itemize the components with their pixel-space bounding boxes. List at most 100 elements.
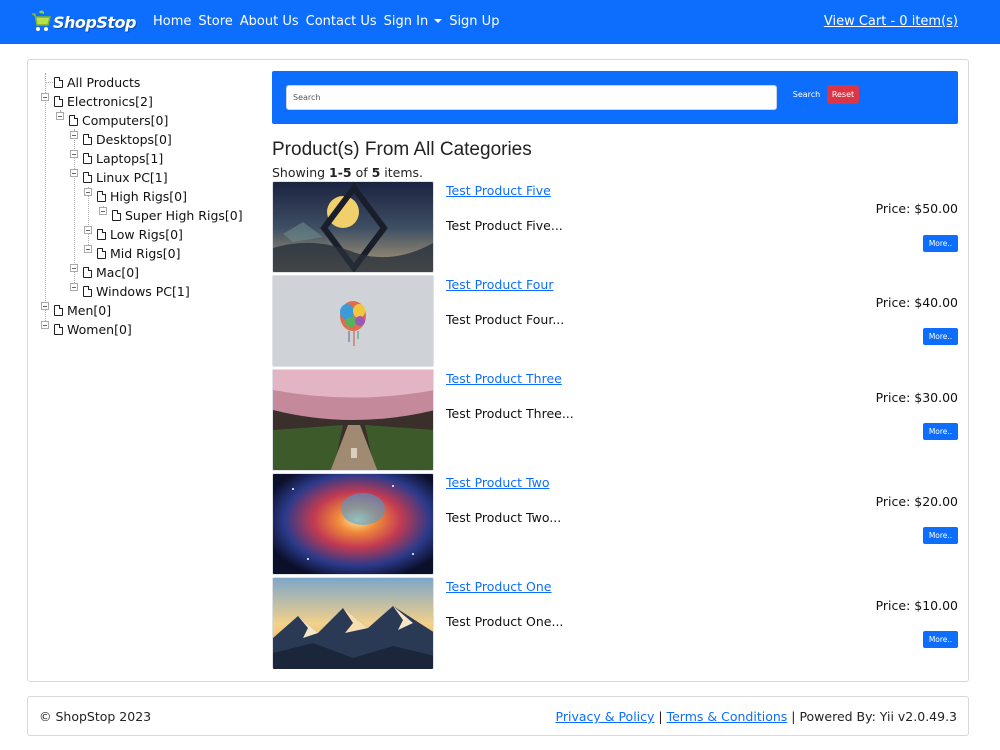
search-panel: Search Reset [272, 71, 958, 124]
tree-item-computers[interactable]: Computers[0] [69, 111, 168, 129]
product-description: Test Product Five... [446, 218, 563, 233]
file-icon [83, 152, 92, 164]
file-icon [112, 209, 121, 221]
collapse-icon[interactable] [70, 150, 78, 158]
product-title-link[interactable]: Test Product Five [446, 183, 551, 198]
category-tree: All Products Electronics[2] Computers[0]… [40, 73, 265, 343]
view-cart-link[interactable]: View Cart - 0 item(s) [824, 14, 958, 29]
collapse-icon[interactable] [70, 169, 78, 177]
product-description: Test Product Two... [446, 510, 562, 525]
tree-item-label: All Products [67, 74, 141, 90]
reset-button[interactable]: Reset [827, 85, 859, 104]
file-icon [54, 95, 63, 107]
nav-store[interactable]: Store [198, 14, 232, 29]
file-icon [97, 228, 106, 240]
tree-item-linux-pc[interactable]: Linux PC[1] [83, 168, 168, 186]
product-title-link[interactable]: Test Product Four [446, 277, 553, 292]
product-title-link[interactable]: Test Product Three [446, 371, 562, 386]
product-row: Test Product Five Price: $50.00 Test Pro… [272, 181, 958, 273]
collapse-icon[interactable] [41, 321, 49, 329]
product-image[interactable] [272, 181, 434, 273]
product-title-link[interactable]: Test Product Two [446, 475, 549, 490]
summary-suffix: items. [380, 165, 424, 180]
product-row: Test Product Four Price: $40.00 Test Pro… [272, 275, 958, 367]
tree-item-label: High Rigs[0] [110, 188, 188, 204]
product-row: Test Product One Price: $10.00 Test Prod… [272, 577, 958, 669]
product-price: Price: $20.00 [875, 494, 958, 509]
more-button[interactable]: More.. [923, 631, 958, 648]
file-icon [54, 323, 63, 335]
collapse-icon[interactable] [70, 283, 78, 291]
file-icon [54, 76, 63, 88]
search-input[interactable] [286, 85, 777, 110]
nav-home[interactable]: Home [153, 14, 191, 29]
file-icon [83, 171, 92, 183]
privacy-policy-link[interactable]: Privacy & Policy [556, 709, 655, 724]
tree-item-laptops[interactable]: Laptops[1] [83, 149, 163, 167]
file-icon [83, 133, 92, 145]
tree-item-label: Men[0] [67, 302, 112, 318]
tree-item-label: Laptops[1] [96, 150, 164, 166]
product-image[interactable] [272, 275, 434, 367]
product-description: Test Product Three... [446, 406, 574, 421]
summary-prefix: Showing [272, 165, 330, 180]
collapse-icon[interactable] [84, 188, 92, 196]
tree-item-super-high-rigs[interactable]: Super High Rigs[0] [112, 206, 243, 224]
footer-separator: | [654, 709, 667, 724]
search-button[interactable]: Search [786, 85, 827, 104]
tree-item-label: Low Rigs[0] [110, 226, 183, 242]
brand[interactable]: ShopStop [28, 5, 136, 39]
product-row: Test Product Two Price: $20.00 Test Prod… [272, 473, 958, 575]
tree-item-high-rigs[interactable]: High Rigs[0] [97, 187, 187, 205]
product-image[interactable] [272, 473, 434, 575]
collapse-icon[interactable] [84, 226, 92, 234]
caret-down-icon [434, 19, 443, 23]
collapse-icon[interactable] [41, 93, 49, 101]
tree-item-all-products[interactable]: All Products [54, 73, 140, 91]
file-icon [97, 247, 106, 259]
file-icon [54, 304, 63, 316]
product-image[interactable] [272, 577, 434, 669]
nav-sign-up[interactable]: Sign Up [449, 14, 499, 29]
nav-about-us[interactable]: About Us [240, 14, 299, 29]
nav-sign-in-dropdown[interactable]: Sign In [384, 14, 443, 29]
tree-item-desktops[interactable]: Desktops[0] [83, 130, 172, 148]
more-button[interactable]: More.. [923, 328, 958, 345]
more-button[interactable]: More.. [923, 423, 958, 440]
tree-connector [88, 187, 89, 249]
brand-name: ShopStop [53, 12, 136, 32]
collapse-icon[interactable] [70, 264, 78, 272]
more-button[interactable]: More.. [923, 527, 958, 544]
collapse-icon[interactable] [70, 131, 78, 139]
terms-conditions-link[interactable]: Terms & Conditions [667, 709, 788, 724]
shopping-cart-logo-icon [28, 10, 52, 34]
nav-contact-us[interactable]: Contact Us [306, 14, 377, 29]
more-button[interactable]: More.. [923, 235, 958, 252]
tree-item-label: Electronics[2] [67, 93, 153, 109]
powered-by-text: | Powered By: Yii v2.0.49.3 [787, 709, 957, 724]
tree-item-mac[interactable]: Mac[0] [83, 263, 139, 281]
tree-item-electronics[interactable]: Electronics[2] [54, 92, 153, 110]
product-price: Price: $50.00 [875, 201, 958, 216]
tree-connector [45, 82, 53, 83]
copyright-text: © ShopStop 2023 [39, 709, 152, 724]
collapse-icon[interactable] [56, 112, 64, 120]
tree-item-label: Linux PC[1] [96, 169, 168, 185]
collapse-icon[interactable] [84, 245, 92, 253]
product-title-link[interactable]: Test Product One [446, 579, 551, 594]
tree-item-women[interactable]: Women[0] [54, 320, 132, 338]
tree-item-mid-rigs[interactable]: Mid Rigs[0] [97, 244, 180, 262]
footer-links: Privacy & Policy | Terms & Conditions | … [556, 709, 957, 724]
product-description: Test Product Four... [446, 312, 565, 327]
tree-item-windows-pc[interactable]: Windows PC[1] [83, 282, 190, 300]
collapse-icon[interactable] [41, 302, 49, 310]
tree-item-men[interactable]: Men[0] [54, 301, 111, 319]
summary-of: of [351, 165, 372, 180]
tree-item-label: Mac[0] [96, 264, 140, 280]
file-icon [97, 190, 106, 202]
page-title: Product(s) From All Categories [272, 139, 532, 160]
product-row: Test Product Three Price: $30.00 Test Pr… [272, 369, 958, 471]
tree-item-low-rigs[interactable]: Low Rigs[0] [97, 225, 183, 243]
product-image[interactable] [272, 369, 434, 471]
collapse-icon[interactable] [99, 207, 107, 215]
